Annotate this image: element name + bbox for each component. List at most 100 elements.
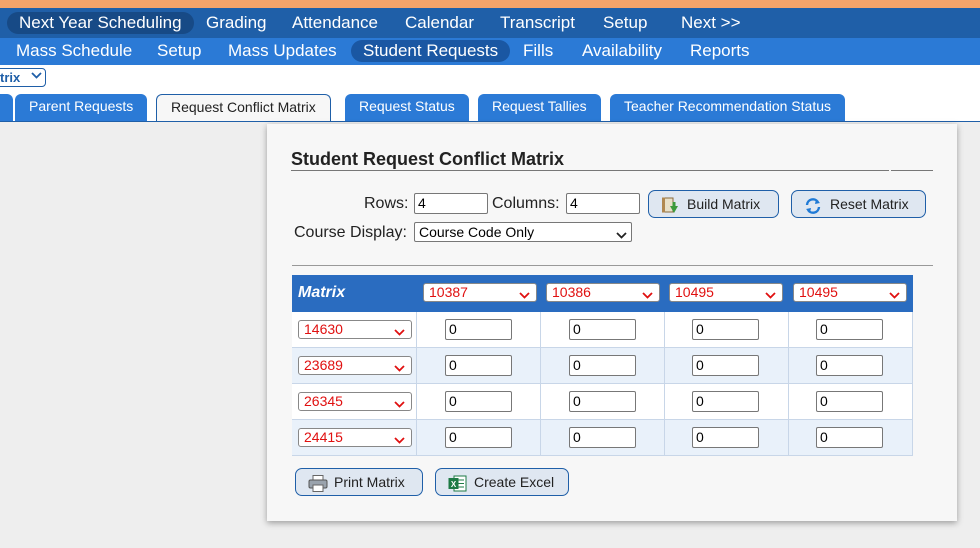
page-title: Student Request Conflict Matrix: [291, 149, 565, 169]
column-course-select-2[interactable]: 10386: [546, 283, 660, 302]
chevron-down-icon: [394, 360, 405, 372]
cell-divider: [664, 384, 665, 420]
subnav-reports[interactable]: Reports: [678, 40, 762, 62]
columns-input[interactable]: 4: [566, 193, 640, 214]
cell-divider: [912, 384, 913, 420]
subnav-setup[interactable]: Setup: [145, 40, 213, 62]
subnav-availability[interactable]: Availability: [570, 40, 674, 62]
matrix-row: 26345 0 0 0 0: [292, 384, 913, 420]
tab-parent-requests[interactable]: Parent Requests: [15, 94, 148, 121]
nav-attendance[interactable]: Attendance: [280, 12, 390, 34]
row-course-2-value: 23689: [304, 357, 343, 373]
matrix-cell-input[interactable]: 0: [445, 355, 512, 376]
reset-matrix-label: Reset Matrix: [830, 196, 909, 212]
cell-divider: [540, 348, 541, 384]
nav-transcript[interactable]: Transcript: [488, 12, 587, 34]
column-course-1-value: 10387: [429, 284, 468, 300]
printer-icon: [308, 474, 328, 492]
cell-divider: [540, 312, 541, 348]
column-course-select-3[interactable]: 10495: [669, 283, 783, 302]
chevron-down-icon: [394, 396, 405, 408]
cell-divider: [788, 312, 789, 348]
excel-icon: X: [448, 474, 467, 492]
course-display-label: Course Display:: [294, 224, 407, 241]
context-bar: trix: [0, 65, 980, 93]
matrix-cell-input[interactable]: 0: [692, 319, 759, 340]
top-accent-strip: [0, 0, 980, 8]
column-course-select-1[interactable]: 10387: [423, 283, 537, 302]
subnav-fills[interactable]: Fills: [511, 40, 565, 62]
tab-request-status[interactable]: Request Status: [345, 94, 469, 121]
nav-setup[interactable]: Setup: [591, 12, 659, 34]
build-matrix-icon: [661, 196, 679, 213]
cell-divider: [540, 420, 541, 456]
matrix-cell-input[interactable]: 0: [816, 319, 883, 340]
create-excel-button[interactable]: X Create Excel: [435, 468, 569, 496]
cell-divider: [540, 384, 541, 420]
matrix-cell-input[interactable]: 0: [816, 355, 883, 376]
chevron-down-icon: [519, 287, 530, 299]
cell-divider: [416, 312, 417, 348]
view-select[interactable]: trix: [0, 68, 46, 87]
column-course-select-4[interactable]: 10495: [793, 283, 907, 302]
view-select-value: trix: [0, 70, 21, 85]
refresh-icon: [804, 196, 822, 214]
matrix-cell-input[interactable]: 0: [692, 355, 759, 376]
course-display-select[interactable]: Course Code Only: [414, 222, 632, 242]
tab-teacher-recommendation-status[interactable]: Teacher Recommendation Status: [610, 94, 845, 121]
chevron-down-icon: [765, 287, 776, 299]
matrix-cell-input[interactable]: 0: [569, 427, 636, 448]
cell-divider: [912, 348, 913, 384]
row-course-select-4[interactable]: 24415: [298, 428, 412, 447]
matrix-cell-input[interactable]: 0: [445, 319, 512, 340]
chevron-down-icon: [394, 324, 405, 336]
column-course-2-value: 10386: [552, 284, 591, 300]
matrix-cell-input[interactable]: 0: [692, 391, 759, 412]
cell-divider: [416, 420, 417, 456]
nav-grading[interactable]: Grading: [194, 12, 278, 34]
matrix-cell-input[interactable]: 0: [445, 391, 512, 412]
matrix-cell-input[interactable]: 0: [569, 355, 636, 376]
subnav-mass-updates[interactable]: Mass Updates: [216, 40, 349, 62]
tab-previous-hidden[interactable]: [0, 94, 13, 121]
svg-text:X: X: [451, 480, 457, 489]
row-course-4-value: 24415: [304, 429, 343, 445]
tab-request-tallies[interactable]: Request Tallies: [478, 94, 601, 121]
cell-divider: [416, 348, 417, 384]
matrix-row: 23689 0 0 0 0: [292, 348, 913, 384]
matrix-row: 24415 0 0 0 0: [292, 420, 913, 456]
matrix-cell-input[interactable]: 0: [569, 391, 636, 412]
columns-label: Columns:: [492, 195, 560, 212]
rows-label: Rows:: [364, 195, 409, 212]
nav-next-year-scheduling[interactable]: Next Year Scheduling: [7, 12, 194, 34]
matrix-cell-input[interactable]: 0: [816, 427, 883, 448]
nav-next-more[interactable]: Next >>: [669, 12, 753, 34]
row-course-select-3[interactable]: 26345: [298, 392, 412, 411]
chevron-down-icon: [394, 432, 405, 444]
reset-matrix-button[interactable]: Reset Matrix: [791, 190, 926, 218]
title-divider: [291, 170, 889, 171]
nav-calendar[interactable]: Calendar: [393, 12, 486, 34]
column-course-4-value: 10495: [799, 284, 838, 300]
section-divider: [292, 265, 933, 266]
chevron-down-icon: [616, 226, 627, 239]
rows-input[interactable]: 4: [414, 193, 488, 214]
build-matrix-button[interactable]: Build Matrix: [648, 190, 779, 218]
course-display-value: Course Code Only: [419, 224, 535, 240]
matrix-cell-input[interactable]: 0: [816, 391, 883, 412]
cell-divider: [664, 348, 665, 384]
print-matrix-label: Print Matrix: [334, 474, 405, 490]
chevron-down-icon: [889, 287, 900, 299]
cell-divider: [912, 420, 913, 456]
row-course-select-2[interactable]: 23689: [298, 356, 412, 375]
matrix-cell-input[interactable]: 0: [692, 427, 759, 448]
row-course-select-1[interactable]: 14630: [298, 320, 412, 339]
subnav-mass-schedule[interactable]: Mass Schedule: [4, 40, 144, 62]
tab-bar: Parent Requests Request Conflict Matrix …: [0, 93, 980, 122]
print-matrix-button[interactable]: Print Matrix: [295, 468, 423, 496]
chevron-down-icon: [31, 69, 42, 86]
matrix-cell-input[interactable]: 0: [569, 319, 636, 340]
tab-request-conflict-matrix[interactable]: Request Conflict Matrix: [156, 94, 331, 121]
subnav-student-requests[interactable]: Student Requests: [351, 40, 511, 62]
matrix-cell-input[interactable]: 0: [445, 427, 512, 448]
